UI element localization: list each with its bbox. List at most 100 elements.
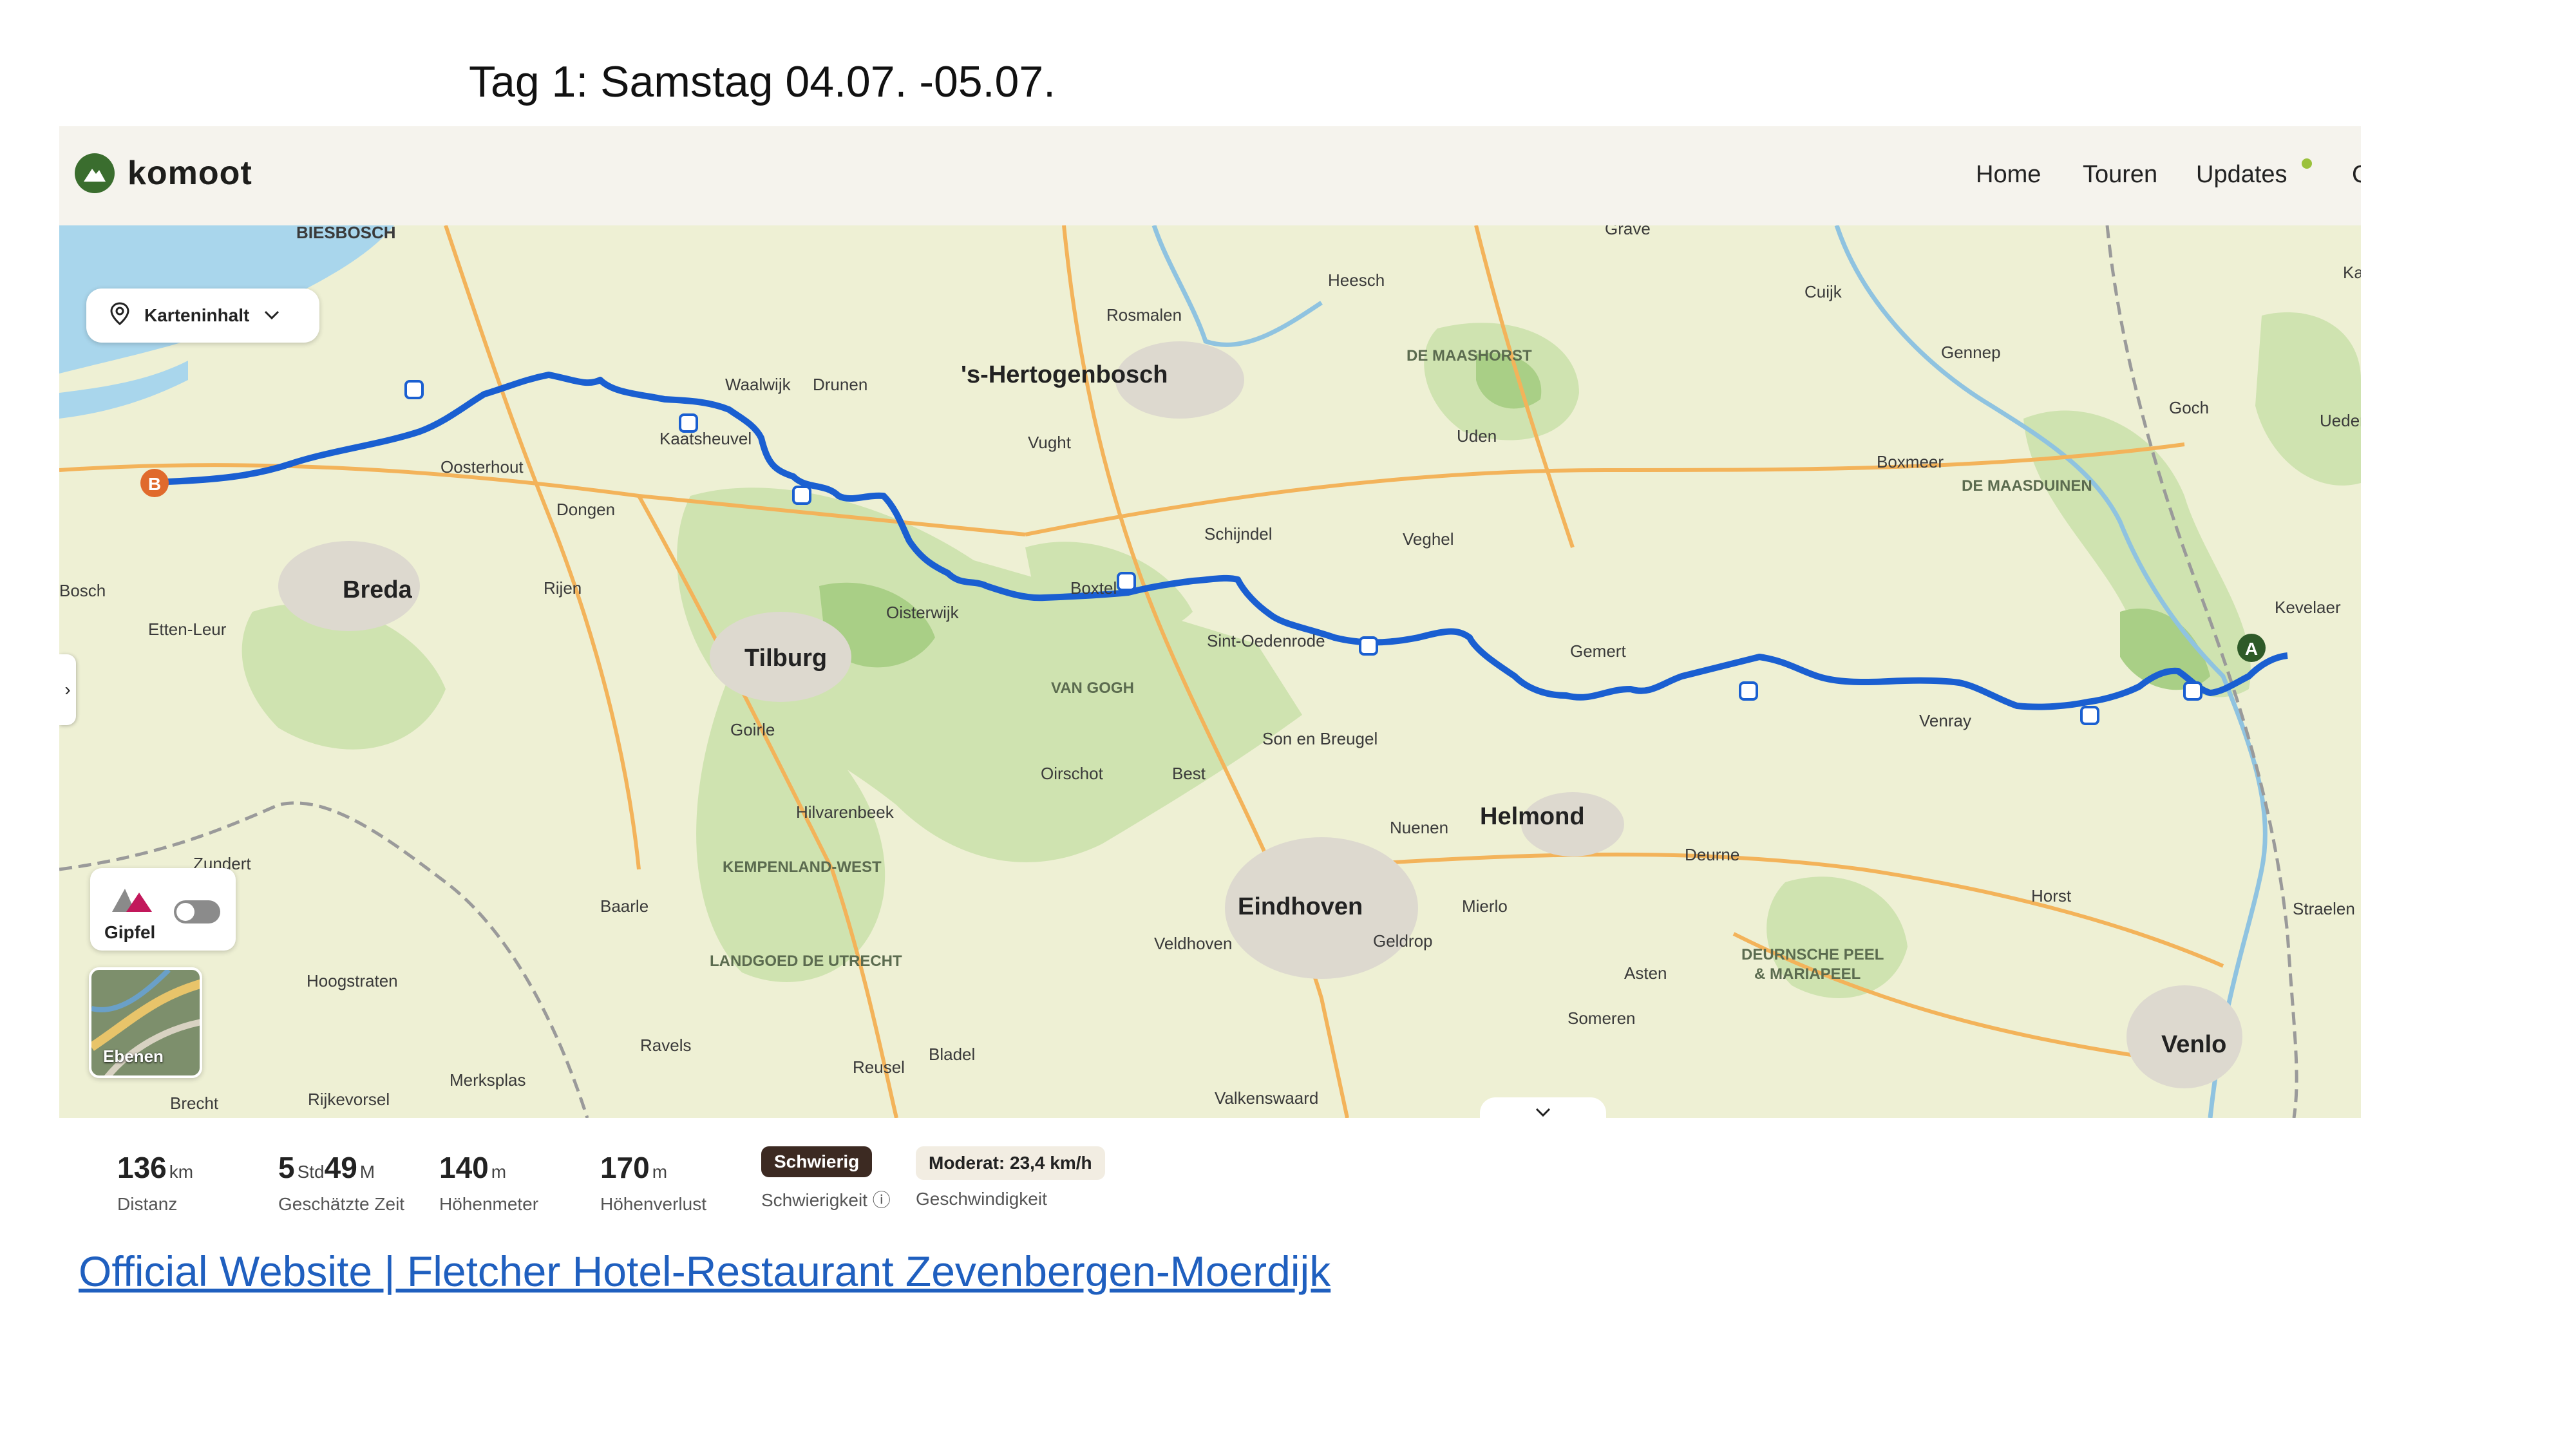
svg-text:DE MAASHORST: DE MAASHORST: [1406, 347, 1532, 365]
expand-sidebar-button[interactable]: ›: [59, 654, 76, 725]
svg-text:Kevelaer: Kevelaer: [2275, 598, 2341, 617]
nav-updates[interactable]: Updates: [2196, 161, 2287, 189]
stat-elevation-gain: 140 m Höhenmeter: [439, 1151, 539, 1214]
city-label: Breda: [343, 576, 413, 603]
svg-text:BIESBOSCH: BIESBOSCH: [296, 225, 396, 242]
svg-text:Sint-Oedenrode: Sint-Oedenrode: [1207, 631, 1325, 650]
svg-text:Rijen: Rijen: [544, 578, 582, 598]
svg-text:Oirschot: Oirschot: [1041, 764, 1104, 783]
svg-text:Bosch: Bosch: [59, 581, 106, 600]
brand-name: komoot: [128, 155, 252, 192]
stat-difficulty[interactable]: Schwierig Schwierigkeit ⓘ: [761, 1146, 891, 1212]
svg-text:KEMPENLAND-WEST: KEMPENLAND-WEST: [723, 858, 882, 876]
svg-text:Hoogstraten: Hoogstraten: [307, 971, 398, 990]
svg-text:Son en Breugel: Son en Breugel: [1262, 729, 1378, 748]
komoot-window: komoot Home Touren Updates C B A 's-Hert…: [59, 126, 2361, 1234]
svg-text:Goirle: Goirle: [730, 720, 775, 739]
svg-text:Baarle: Baarle: [600, 896, 649, 916]
svg-text:Brecht: Brecht: [170, 1094, 219, 1113]
svg-text:Ravels: Ravels: [640, 1036, 691, 1055]
start-marker-icon[interactable]: A: [2237, 634, 2266, 662]
nav-overflow[interactable]: C: [2352, 161, 2361, 189]
svg-text:Uden: Uden: [1457, 426, 1497, 446]
svg-text:Boxtel: Boxtel: [1070, 578, 1117, 598]
svg-text:Boxmeer: Boxmeer: [1877, 452, 1944, 471]
city-label: Tilburg: [744, 645, 827, 672]
svg-text:Merksplas: Merksplas: [450, 1070, 526, 1090]
layers-button[interactable]: Ebenen: [89, 967, 202, 1078]
svg-text:LANDGOED DE UTRECHT: LANDGOED DE UTRECHT: [710, 952, 902, 970]
city-label: Venlo: [2161, 1031, 2226, 1058]
svg-text:Oisterwijk: Oisterwijk: [886, 603, 960, 622]
svg-text:Heesch: Heesch: [1328, 270, 1385, 290]
svg-text:Asten: Asten: [1624, 963, 1667, 983]
svg-text:A: A: [2245, 639, 2258, 659]
svg-text:Veghel: Veghel: [1403, 529, 1454, 549]
svg-text:Reusel: Reusel: [853, 1057, 905, 1077]
nav-home[interactable]: Home: [1976, 161, 2041, 189]
svg-text:Schijndel: Schijndel: [1204, 524, 1273, 544]
svg-text:B: B: [148, 474, 161, 494]
svg-text:Veldhoven: Veldhoven: [1154, 934, 1232, 953]
peaks-toggle-panel: Gipfel: [90, 868, 236, 951]
svg-text:Nuenen: Nuenen: [1390, 818, 1448, 837]
svg-text:Uedem: Uedem: [2320, 411, 2361, 430]
city-label: Eindhoven: [1238, 893, 1363, 920]
svg-text:& MARIAPEEL: & MARIAPEEL: [1754, 965, 1861, 983]
peaks-label: Gipfel: [104, 922, 156, 942]
chevron-right-icon: ›: [64, 679, 71, 699]
svg-text:Vught: Vught: [1028, 433, 1072, 452]
svg-text:VAN GOGH: VAN GOGH: [1051, 679, 1134, 697]
svg-text:DE MAASDUINEN: DE MAASDUINEN: [1962, 477, 2092, 495]
svg-text:Goch: Goch: [2169, 398, 2209, 417]
svg-text:Ka: Ka: [2343, 263, 2361, 282]
stat-duration: 5 Std49 M Geschätzte Zeit: [278, 1151, 405, 1214]
svg-text:Best: Best: [1172, 764, 1206, 783]
svg-text:Rosmalen: Rosmalen: [1106, 305, 1182, 325]
updates-dot-icon: [2302, 158, 2312, 169]
location-pin-icon: [108, 301, 131, 331]
svg-text:Kaatsheuvel: Kaatsheuvel: [659, 429, 752, 448]
svg-text:Venray: Venray: [1919, 711, 1971, 730]
svg-text:Straelen: Straelen: [2293, 899, 2355, 918]
svg-text:Drunen: Drunen: [813, 375, 867, 394]
svg-text:DEURNSCHE PEEL: DEURNSCHE PEEL: [1741, 946, 1884, 963]
info-icon[interactable]: ⓘ: [873, 1190, 891, 1210]
end-marker-icon[interactable]: B: [140, 469, 169, 497]
hotel-website-link[interactable]: Official Website | Fletcher Hotel-Restau…: [79, 1247, 1331, 1296]
map-canvas[interactable]: B A 's-Hertogenbosch Breda Tilburg Eindh…: [59, 225, 2361, 1118]
svg-text:Rijkevorsel: Rijkevorsel: [308, 1090, 390, 1109]
svg-text:Etten-Leur: Etten-Leur: [148, 620, 227, 639]
map-content-button[interactable]: Karteninhalt: [86, 289, 319, 343]
city-label: 's-Hertogenbosch: [961, 361, 1168, 388]
svg-text:Dongen: Dongen: [556, 500, 615, 519]
peaks-icon: [109, 880, 161, 919]
stat-distance: 136 km Distanz: [117, 1151, 194, 1214]
svg-text:Oosterhout: Oosterhout: [440, 457, 524, 477]
svg-text:Horst: Horst: [2031, 886, 2072, 905]
svg-text:Valkenswaard: Valkenswaard: [1215, 1088, 1318, 1108]
svg-text:Gennep: Gennep: [1941, 343, 2001, 362]
peaks-toggle[interactable]: [174, 900, 220, 923]
komoot-logo-icon: [75, 153, 115, 193]
chevron-down-icon: [262, 305, 281, 326]
city-label: Helmond: [1480, 803, 1585, 830]
svg-text:Mierlo: Mierlo: [1462, 896, 1508, 916]
stat-speed[interactable]: Moderat: 23,4 km/h Geschwindigkeit: [916, 1146, 1105, 1209]
svg-text:Waalwijk: Waalwijk: [725, 375, 791, 394]
svg-text:Cuijk: Cuijk: [1804, 282, 1842, 301]
top-bar: komoot Home Touren Updates C: [59, 126, 2361, 225]
layers-label: Ebenen: [103, 1046, 164, 1066]
svg-text:Bladel: Bladel: [929, 1045, 975, 1064]
svg-text:Someren: Someren: [1567, 1009, 1636, 1028]
tour-stats-bar: 136 km Distanz 5 Std49 M Geschätzte Zeit 14…: [59, 1118, 2361, 1234]
komoot-logo[interactable]: komoot: [75, 153, 252, 193]
svg-text:Deurne: Deurne: [1685, 845, 1739, 864]
nav-touren[interactable]: Touren: [2083, 161, 2157, 189]
map-content-label: Karteninhalt: [144, 305, 250, 325]
svg-text:Gemert: Gemert: [1570, 641, 1626, 661]
svg-text:Grave: Grave: [1605, 225, 1651, 238]
slide-title: Tag 1: Samstag 04.07. -05.07.: [469, 57, 1056, 106]
svg-text:Hilvarenbeek: Hilvarenbeek: [796, 802, 895, 822]
stat-elevation-loss: 170 m Höhenverlust: [600, 1151, 706, 1214]
